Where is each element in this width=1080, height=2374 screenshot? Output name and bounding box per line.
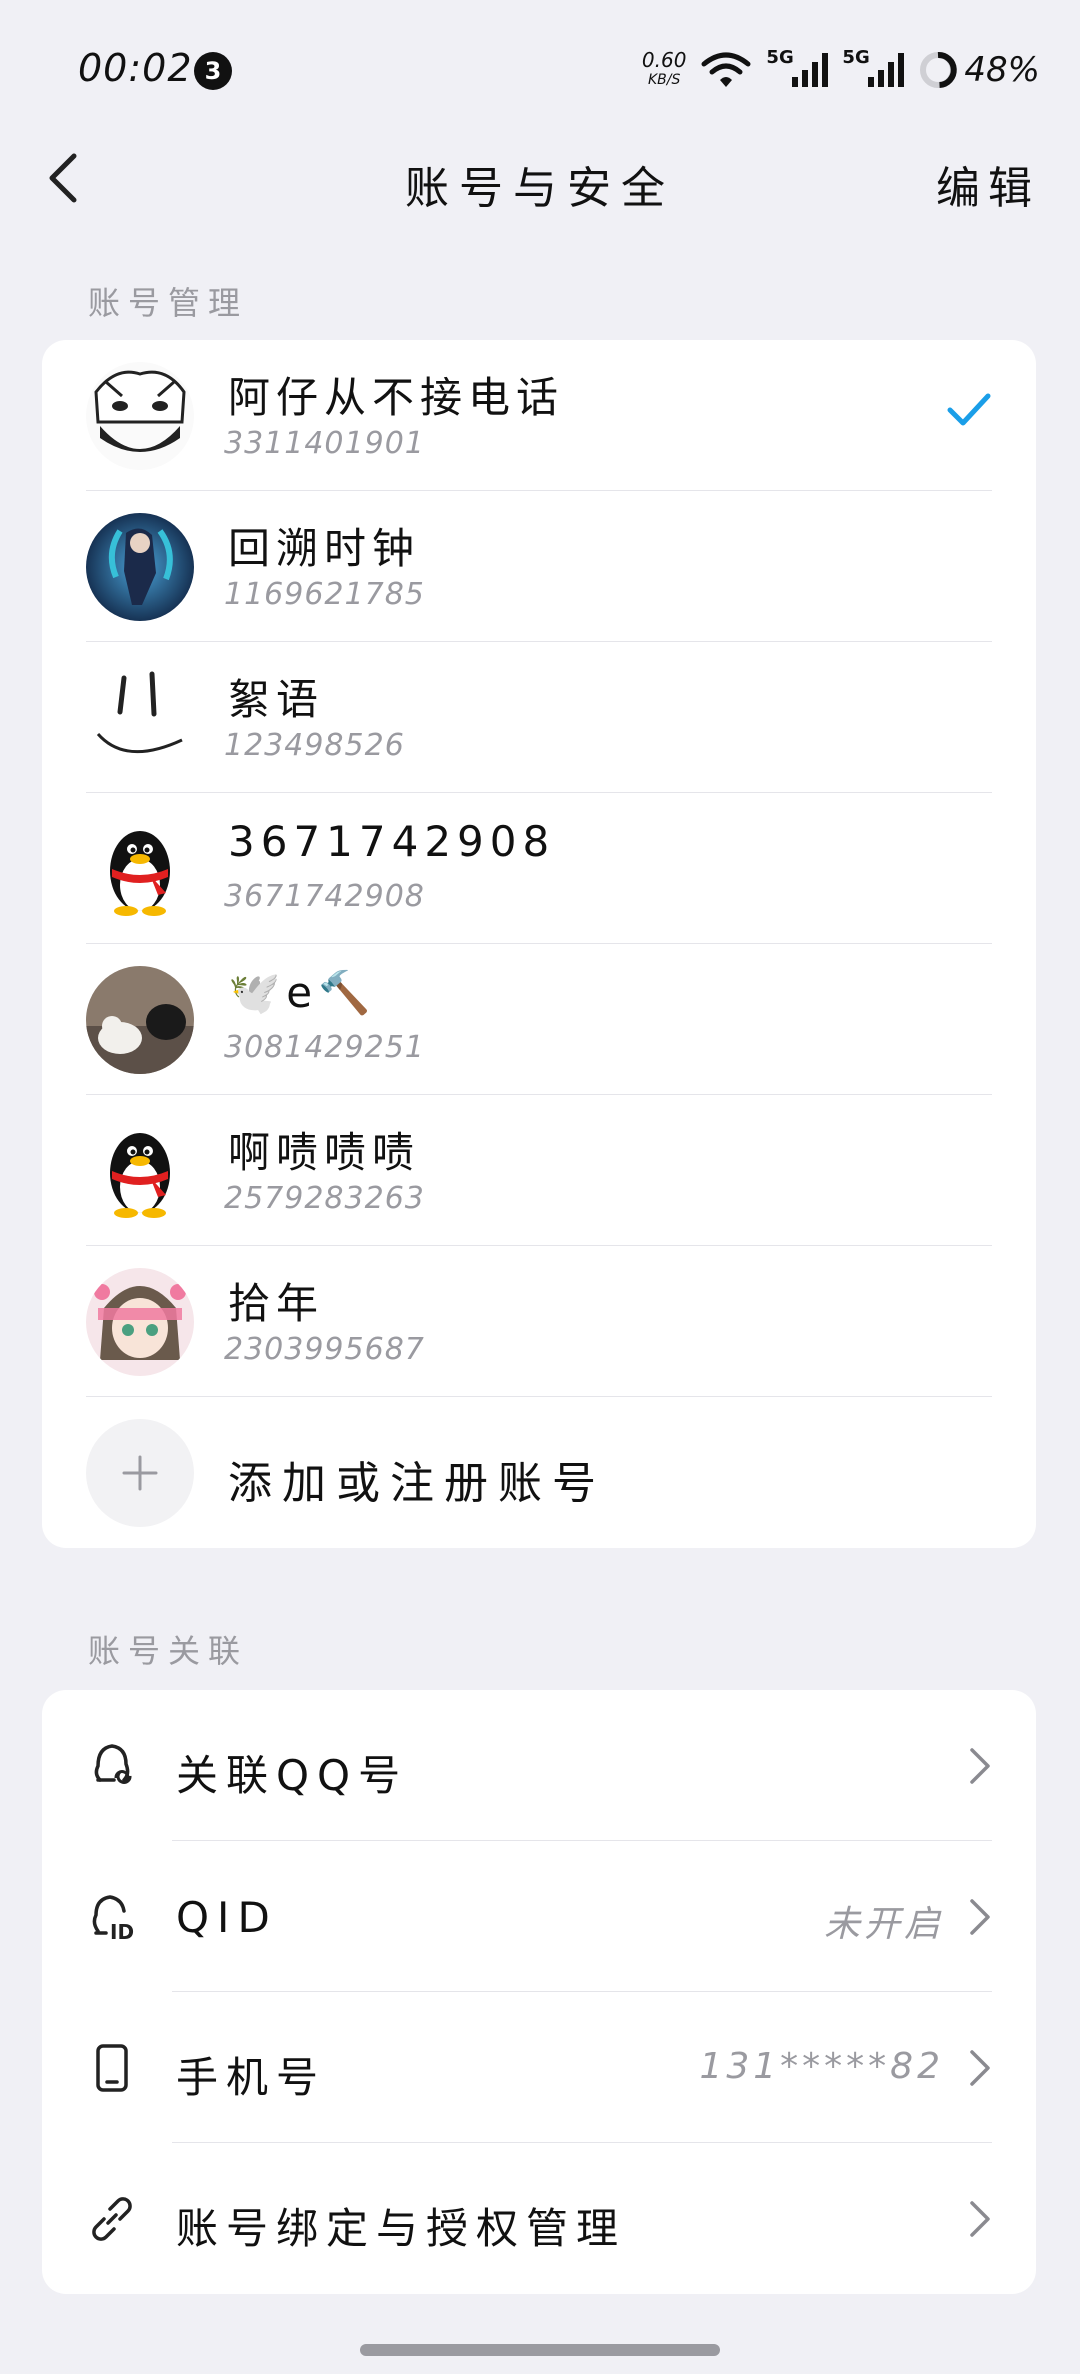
avatar-smile — [86, 664, 194, 772]
account-row[interactable]: 絮语 123498526 — [42, 642, 1036, 793]
net-speed-unit: KB/S — [647, 72, 681, 88]
link-row-binding[interactable]: 账号绑定与授权管理 — [42, 2143, 1036, 2294]
account-number: 1169621785 — [224, 577, 425, 612]
link-icon — [92, 2197, 132, 2241]
section-title-accounts: 账号管理 — [88, 284, 249, 322]
svg-text:ID: ID — [110, 1920, 134, 1943]
chevron-right-icon — [970, 1899, 990, 1935]
avatar-penguin — [86, 815, 194, 923]
account-name: 3671742908 — [228, 817, 556, 866]
page-title: 账号与安全 — [405, 163, 675, 214]
status-indicators: 0.60 KB/S 5G 5G 48% — [642, 46, 1040, 94]
net-speed: 0.60 KB/S — [642, 50, 687, 90]
battery-percent: 48% — [964, 50, 1040, 90]
qq-link-icon — [94, 1744, 132, 1784]
avatar-anime-girl — [86, 1268, 194, 1376]
wifi-icon — [701, 52, 751, 87]
account-number: 2579283263 — [224, 1181, 425, 1216]
link-label: 账号绑定与授权管理 — [176, 2204, 627, 2253]
account-name: 拾年 — [228, 1279, 325, 1328]
account-row[interactable]: 啊啧啧啧 2579283263 — [42, 1095, 1036, 1246]
account-number: 3311401901 — [224, 426, 425, 461]
account-name: 阿仔从不接电话 — [228, 373, 565, 422]
account-row[interactable]: 3671742908 3671742908 — [42, 793, 1036, 944]
account-row[interactable]: 阿仔从不接电话 3311401901 — [42, 340, 1036, 491]
checkmark-icon — [947, 393, 991, 426]
linking-card: 关联QQ号 ID QID 未开启 手机号 131*****82 账号绑定与授权管… — [42, 1690, 1036, 2294]
nav-header: 账号与安全 编辑 — [0, 130, 1080, 230]
signal-2-label: 5G — [842, 47, 870, 68]
add-account-button[interactable] — [86, 1419, 194, 1527]
link-value: 131*****82 — [699, 2046, 944, 2087]
battery-ring-icon — [920, 52, 958, 88]
add-account-row[interactable]: 添加或注册账号 — [42, 1397, 1036, 1548]
account-row[interactable]: 拾年 2303995687 — [42, 1246, 1036, 1397]
link-label: QID — [176, 1893, 278, 1942]
chevron-right-icon — [970, 2201, 990, 2237]
chevron-right-icon — [970, 2050, 990, 2086]
phone-icon — [96, 2044, 128, 2092]
avatar-cats-photo — [86, 966, 194, 1074]
home-indicator[interactable] — [360, 2344, 720, 2356]
avatar-penguin — [86, 1117, 194, 1225]
signal-1-label: 5G — [766, 47, 794, 68]
signal-2-icon: 5G — [842, 47, 905, 87]
account-number: 3081429251 — [224, 1030, 425, 1065]
link-row-phone[interactable]: 手机号 131*****82 — [42, 1992, 1036, 2143]
account-name: 啊啧啧啧 — [228, 1128, 421, 1177]
avatar-anime-blue — [86, 513, 194, 621]
notification-badge: 3 — [194, 52, 232, 90]
account-name: 🕊️e🔨 — [228, 968, 377, 1017]
chevron-right-icon — [970, 1748, 990, 1784]
account-name: 絮语 — [228, 675, 325, 724]
qid-icon: ID — [92, 1895, 134, 1943]
account-row[interactable]: 🕊️e🔨 3081429251 — [42, 944, 1036, 1095]
status-time: 00:02 — [78, 46, 193, 90]
account-number: 3671742908 — [224, 879, 425, 914]
section-title-linking: 账号关联 — [88, 1632, 249, 1670]
link-label: 手机号 — [176, 2053, 327, 2102]
account-number: 123498526 — [224, 728, 405, 763]
avatar-sketch — [86, 362, 194, 470]
accounts-card: 阿仔从不接电话 3311401901 回溯时钟 1169621785 絮语 12… — [42, 340, 1036, 1548]
link-row-qid[interactable]: ID QID 未开启 — [42, 1841, 1036, 1992]
plus-icon — [122, 1455, 158, 1491]
link-value: 未开启 — [823, 1904, 944, 1945]
account-number: 2303995687 — [224, 1332, 425, 1367]
net-speed-value: 0.60 — [641, 48, 687, 72]
edit-button[interactable]: 编辑 — [936, 152, 1040, 216]
link-label: 关联QQ号 — [176, 1751, 409, 1800]
link-row-qq[interactable]: 关联QQ号 — [42, 1690, 1036, 1841]
account-name: 回溯时钟 — [228, 524, 421, 573]
account-row[interactable]: 回溯时钟 1169621785 — [42, 491, 1036, 642]
battery-indicator: 48% — [918, 50, 1040, 90]
add-account-label: 添加或注册账号 — [228, 1458, 606, 1509]
status-bar: 00:02 3 0.60 KB/S 5G 5G 48% — [0, 0, 1080, 140]
signal-1-icon: 5G — [766, 47, 829, 87]
